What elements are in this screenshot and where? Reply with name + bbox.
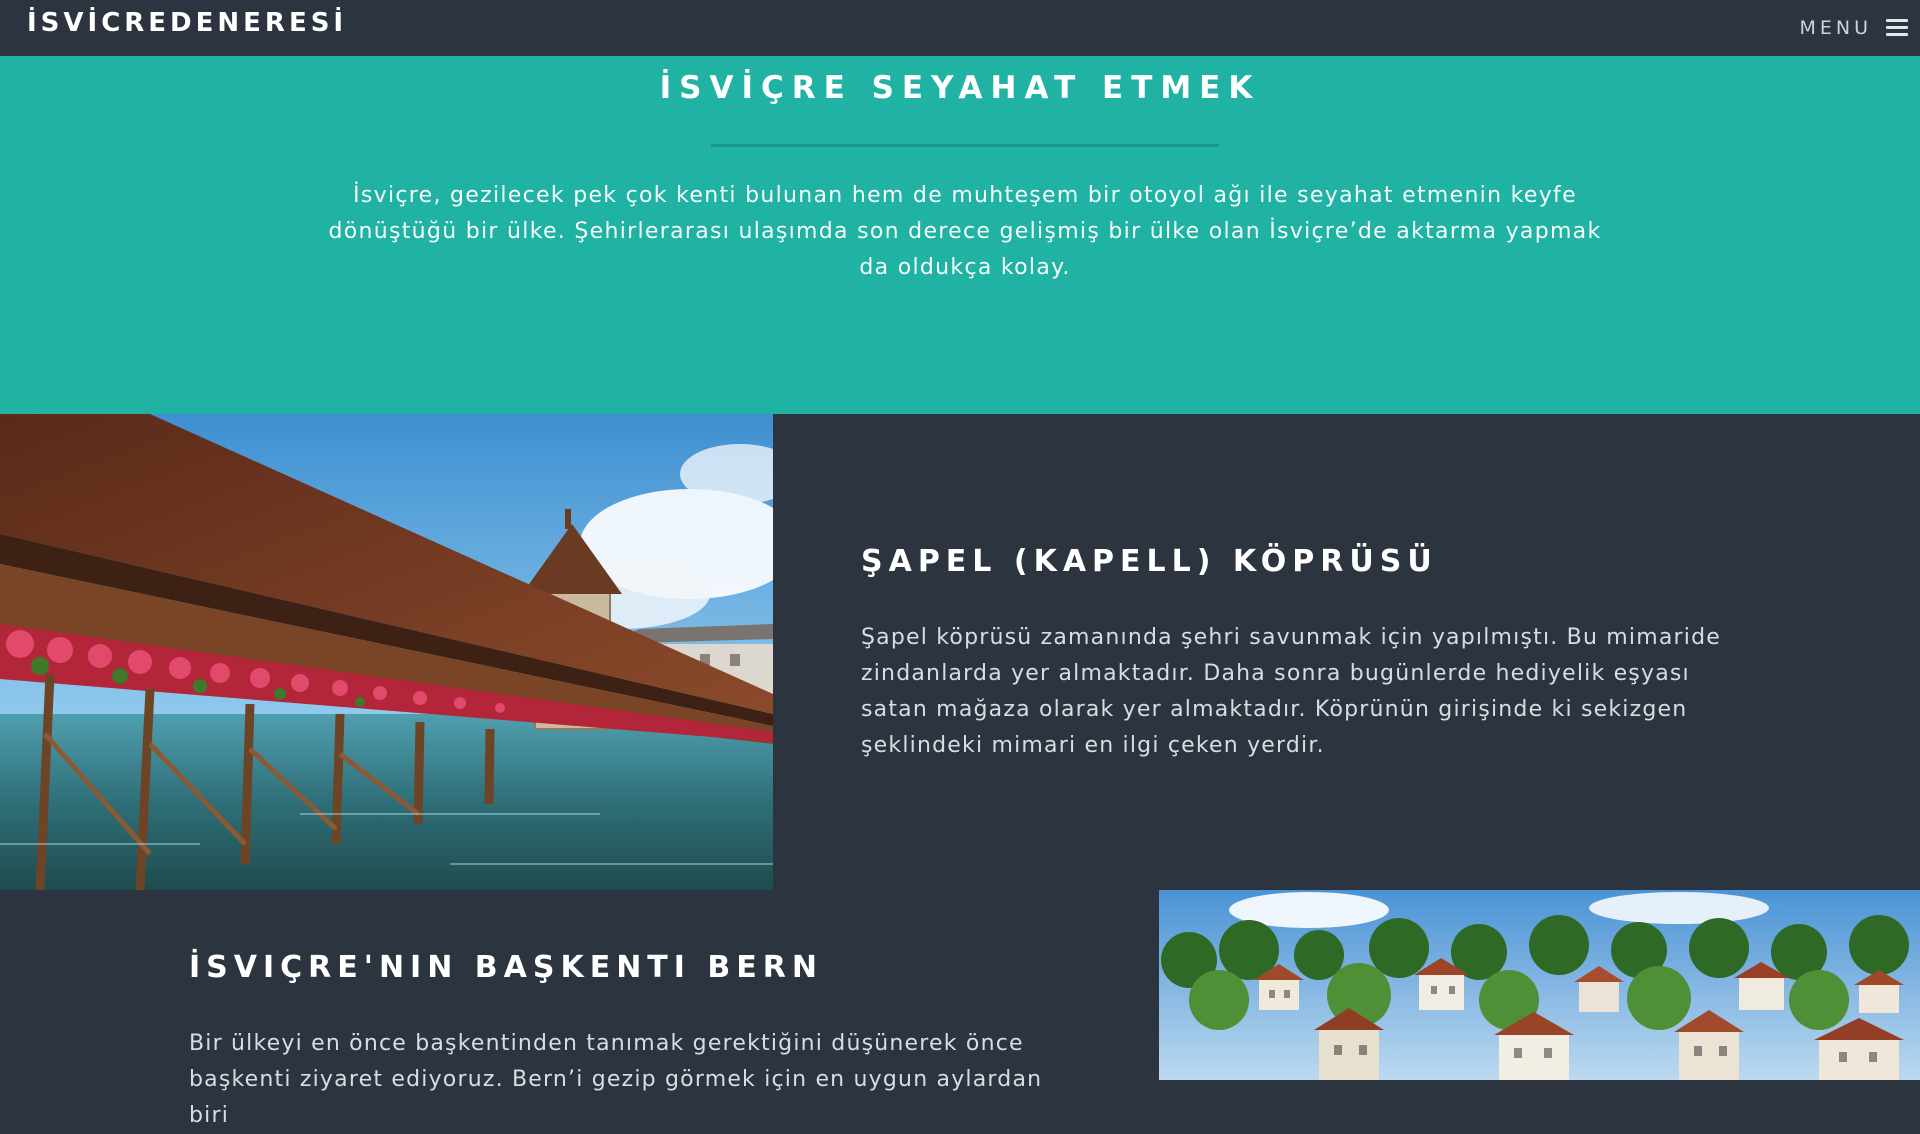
hamburger-icon bbox=[1886, 19, 1908, 37]
section-text: Şapel köprüsü zamanında şehri savunmak i… bbox=[861, 625, 1722, 758]
chapel-bridge-image bbox=[0, 414, 773, 890]
site-logo[interactable]: İSVİCREDENERESİ bbox=[27, 8, 347, 38]
hero-section: İSVİÇRE SEYAHAT ETMEK İsviçre, gezilecek… bbox=[0, 56, 1920, 414]
menu-label: MENU bbox=[1799, 17, 1872, 39]
chapel-bridge-section: ŞAPEL (KAPELL) KÖPRÜSÜ Şapel köprüsü zam… bbox=[773, 414, 1920, 890]
section-title: ŞAPEL (KAPELL) KÖPRÜSÜ bbox=[861, 544, 1438, 579]
menu-button[interactable]: MENU bbox=[1799, 14, 1908, 42]
hero-text: İsviçre, gezilecek pek çok kenti bulunan… bbox=[328, 183, 1602, 280]
bern-city-image bbox=[1159, 890, 1920, 1080]
hero-divider bbox=[711, 144, 1219, 147]
top-navbar: İSVİCREDENERESİ MENU bbox=[0, 0, 1920, 56]
section-text: Bir ülkeyi en önce başkentinden tanımak … bbox=[189, 1031, 1043, 1128]
bern-section: İSVIÇRE'NIN BAŞKENTI BERN Bir ülkeyi en … bbox=[0, 890, 1159, 1128]
hero-title: İSVİÇRE SEYAHAT ETMEK bbox=[659, 70, 1261, 106]
section-title: İSVIÇRE'NIN BAŞKENTI BERN bbox=[189, 950, 823, 985]
